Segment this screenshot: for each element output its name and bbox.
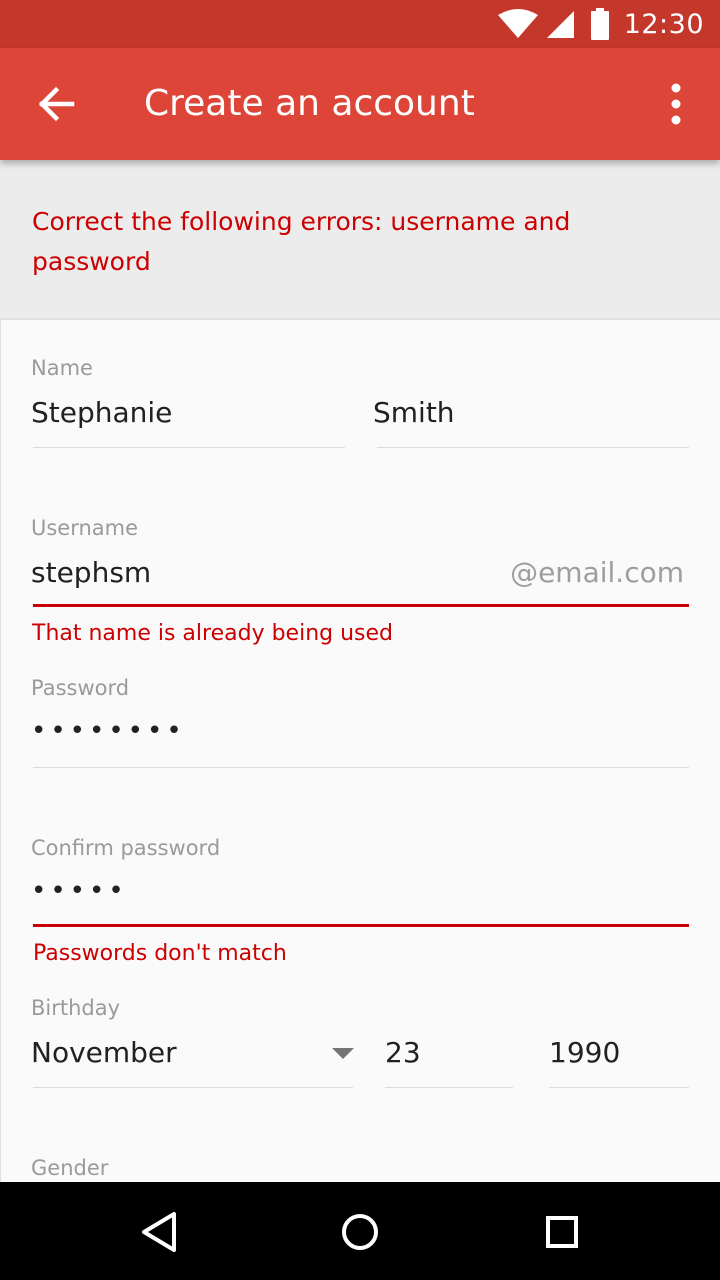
error-banner: Correct the following errors: username a…	[0, 160, 720, 320]
birthday-day-input[interactable]: 23	[385, 1035, 421, 1071]
name-label: Name	[31, 356, 93, 380]
username-error: That name is already being used	[32, 621, 394, 646]
status-bar: 12:30	[0, 0, 720, 48]
cellular-signal-icon	[546, 11, 574, 38]
error-banner-text: Correct the following errors: username a…	[32, 207, 571, 276]
confirm-password-input[interactable]: •••••	[31, 873, 128, 909]
status-time: 12:30	[623, 8, 704, 40]
birthday-year-underline	[549, 1087, 689, 1088]
gender-label: Gender	[31, 1156, 109, 1180]
first-name-underline	[33, 447, 345, 448]
more-vert-icon	[671, 83, 681, 125]
nav-recents-button[interactable]	[536, 1206, 588, 1258]
birthday-year-input[interactable]: 1990	[549, 1035, 620, 1071]
birthday-label: Birthday	[31, 996, 121, 1020]
battery-icon	[590, 8, 609, 40]
recents-square-icon	[546, 1216, 578, 1248]
chevron-down-icon[interactable]	[332, 1048, 354, 1059]
confirm-password-label: Confirm password	[31, 836, 221, 860]
password-underline	[33, 767, 689, 768]
confirm-password-error: Passwords don't match	[33, 941, 287, 966]
arrow-back-icon	[38, 86, 75, 122]
back-button[interactable]	[28, 76, 84, 132]
username-domain-suffix: @email.com	[510, 556, 684, 589]
home-circle-icon	[342, 1214, 378, 1250]
password-input[interactable]: ••••••••	[31, 713, 186, 749]
back-triangle-icon	[142, 1212, 176, 1252]
username-underline	[33, 604, 689, 607]
birthday-day-underline	[385, 1087, 513, 1088]
wifi-icon	[497, 9, 538, 38]
navigation-bar	[0, 1182, 720, 1280]
status-icons: 12:30	[497, 0, 720, 48]
nav-back-button[interactable]	[134, 1206, 186, 1258]
page-title: Create an account	[144, 83, 475, 124]
last-name-input[interactable]: Smith	[373, 395, 455, 431]
last-name-underline	[377, 447, 689, 448]
birthday-month-select[interactable]: November	[31, 1035, 177, 1071]
account-form: Name Stephanie Smith Username stephsm @e…	[0, 320, 720, 1182]
username-label: Username	[31, 516, 139, 540]
overflow-menu-button[interactable]	[654, 82, 698, 126]
birthday-month-underline	[33, 1087, 353, 1088]
first-name-input[interactable]: Stephanie	[31, 395, 172, 431]
app-bar: Create an account	[0, 48, 720, 160]
confirm-password-underline	[33, 924, 689, 927]
nav-home-button[interactable]	[334, 1206, 386, 1258]
username-input[interactable]: stephsm	[31, 555, 151, 591]
password-label: Password	[31, 676, 130, 700]
